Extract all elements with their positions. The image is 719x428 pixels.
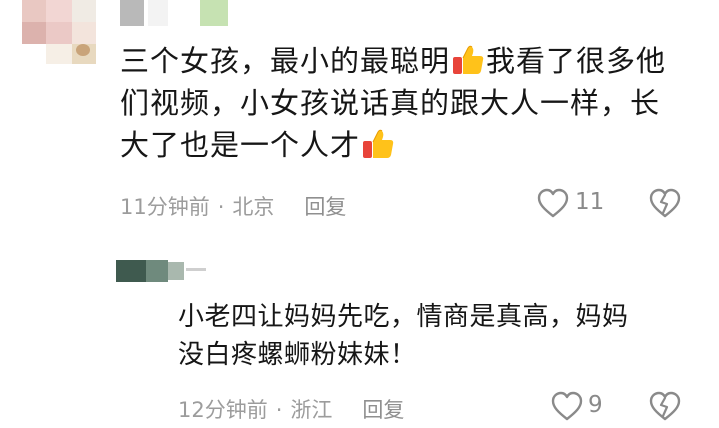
comment-location: 北京 (232, 195, 275, 219)
dislike-button[interactable] (648, 390, 682, 422)
comment-line-2: 们视频，小女孩说话真的跟大人一样，长 (120, 86, 661, 120)
reply-body: 小老四让妈妈先吃，情商是真高，妈妈 没白疼螺蛳粉妹妹！ (178, 298, 629, 374)
thumbs-up-icon (361, 128, 395, 160)
broken-heart-icon (649, 391, 681, 421)
dislike-button[interactable] (648, 187, 682, 219)
header-block-green (200, 0, 228, 26)
reply-location: 浙江 (290, 398, 333, 422)
reply-button[interactable]: 回复 (304, 195, 346, 219)
meta-separator: · (217, 195, 225, 219)
avatar[interactable] (22, 0, 120, 64)
header-block-gray (120, 0, 144, 26)
like-count: 9 (588, 392, 603, 418)
reply-time: 12分钟前 (178, 398, 268, 422)
comment-meta: 11分钟前 · 北京 回复 (120, 191, 346, 221)
thumbs-up-icon (451, 44, 485, 76)
reply-line-2: 没白疼螺蛳粉妹妹！ (178, 340, 417, 370)
reply-user-name[interactable] (116, 258, 208, 284)
comment-body: 三个女孩，最小的最聪明 我看了很多他 们视频，小女孩说话真的跟大人一样，长 大了也… (120, 40, 666, 166)
like-button[interactable] (550, 390, 584, 422)
header-block-light (148, 0, 168, 26)
heart-icon (537, 188, 569, 218)
broken-heart-icon (649, 188, 681, 218)
comment-time: 11分钟前 (120, 195, 210, 219)
comment-line-3: 大了也是一个人才 (120, 124, 666, 166)
like-button[interactable] (536, 187, 570, 219)
meta-separator: · (275, 398, 283, 422)
like-count: 11 (575, 189, 605, 215)
heart-icon (551, 391, 583, 421)
comment-line-1: 三个女孩，最小的最聪明 我看了很多他 (120, 44, 667, 78)
reply-line-1: 小老四让妈妈先吃，情商是真高，妈妈 (178, 302, 629, 332)
reply-meta: 12分钟前 · 浙江 回复 (178, 394, 404, 424)
reply-button[interactable]: 回复 (362, 398, 404, 422)
